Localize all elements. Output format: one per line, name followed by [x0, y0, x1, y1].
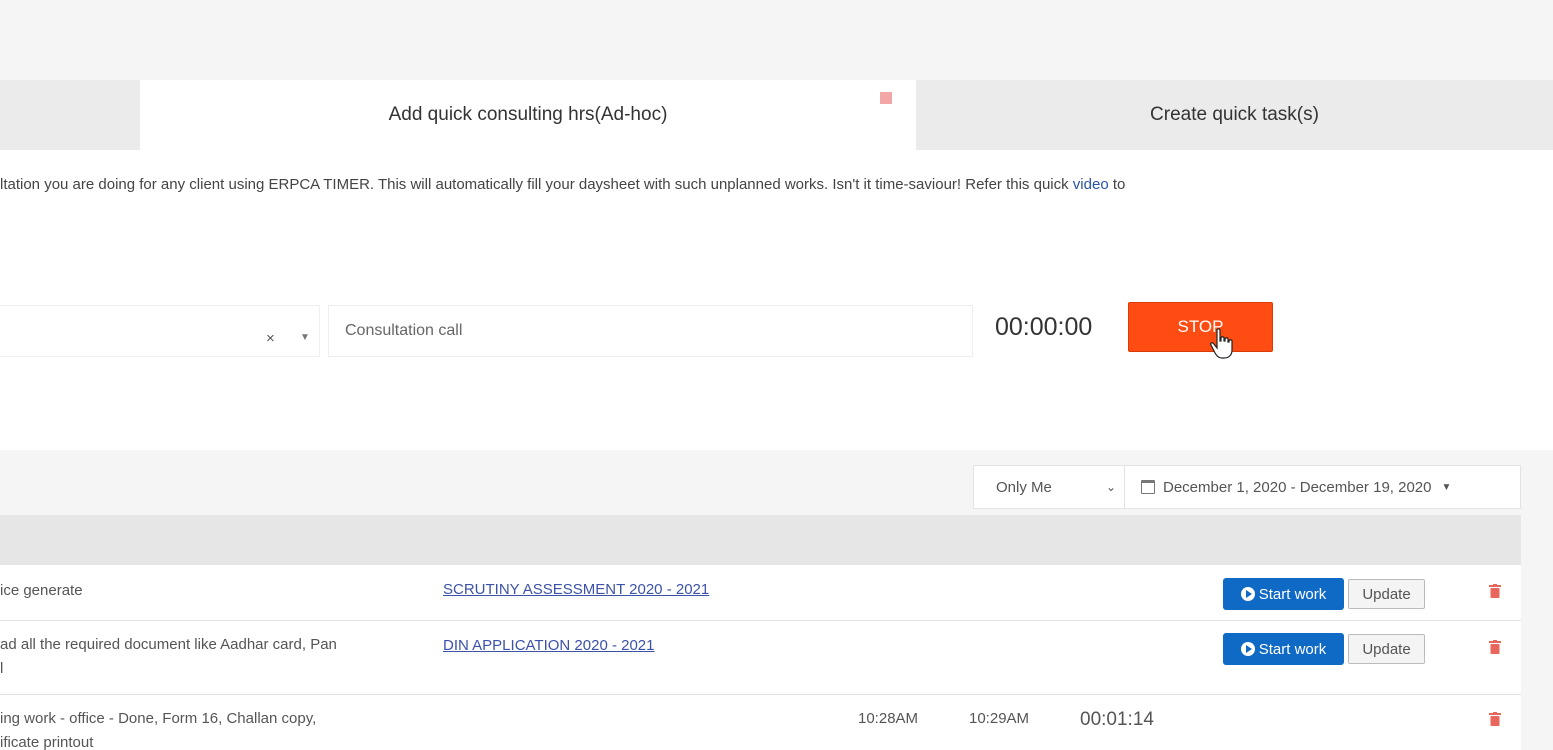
start-work-button[interactable]: Start work — [1223, 633, 1344, 665]
user-filter-select[interactable]: Only Me ⌄ — [973, 465, 1125, 509]
calendar-icon — [1141, 480, 1155, 494]
task-description: ing work - office - Done, Form 16, Chall… — [0, 710, 317, 727]
chevron-down-icon: ⌄ — [1105, 480, 1116, 494]
trash-icon[interactable] — [1489, 712, 1501, 726]
table-header — [0, 515, 1521, 565]
task-description: ad all the required document like Aadhar… — [0, 636, 337, 653]
update-button[interactable]: Update — [1348, 579, 1425, 609]
date-range-picker[interactable]: December 1, 2020 - December 19, 2020 ▼ — [1124, 465, 1521, 509]
timer-panel: ltation you are doing for any client usi… — [0, 150, 1553, 450]
task-description-continued: l — [0, 660, 4, 677]
caret-down-icon: ▼ — [1441, 481, 1452, 493]
table-row: ad all the required document like Aadhar… — [0, 621, 1521, 695]
duration: 00:01:14 — [1080, 709, 1154, 730]
tab-previous[interactable] — [0, 80, 140, 150]
tab-add-consulting-hrs[interactable]: Add quick consulting hrs(Ad-hoc) — [140, 80, 916, 150]
update-button[interactable]: Update — [1348, 634, 1425, 664]
end-time: 10:29AM — [969, 710, 1030, 727]
table-row: ice generate SCRUTINY ASSESSMENT 2020 - … — [0, 565, 1521, 621]
trash-icon[interactable] — [1489, 584, 1501, 598]
task-description-input[interactable] — [328, 305, 973, 357]
table-row: ing work - office - Done, Form 16, Chall… — [0, 695, 1521, 750]
play-icon — [1240, 587, 1255, 601]
start-time: 10:28AM — [858, 710, 919, 727]
task-description: ice generate — [0, 582, 83, 599]
start-work-button[interactable]: Start work — [1223, 578, 1344, 610]
dropdown-caret-icon[interactable]: ▼ — [300, 332, 310, 343]
consulting-timer-page: Add quick consulting hrs(Ad-hoc) Create … — [0, 0, 1553, 750]
trash-icon[interactable] — [1489, 640, 1501, 654]
task-description-continued: ificate printout — [0, 734, 94, 750]
tab-bar: Add quick consulting hrs(Ad-hoc) Create … — [0, 80, 1553, 150]
tab-create-quick-task[interactable]: Create quick task(s) — [916, 80, 1553, 150]
project-link[interactable]: DIN APPLICATION 2020 - 2021 — [443, 637, 655, 654]
close-icon[interactable] — [880, 92, 892, 104]
hand-cursor-icon — [1210, 328, 1233, 359]
elapsed-timer: 00:00:00 — [995, 313, 1093, 341]
project-link[interactable]: SCRUTINY ASSESSMENT 2020 - 2021 — [443, 581, 709, 598]
stop-button[interactable]: STOP — [1128, 302, 1273, 352]
tab-label: Create quick task(s) — [1150, 104, 1319, 125]
tab-label: Add quick consulting hrs(Ad-hoc) — [388, 104, 668, 125]
video-link[interactable]: video — [1073, 176, 1109, 193]
clear-icon[interactable]: × — [266, 330, 275, 347]
info-text: ltation you are doing for any client usi… — [0, 176, 1126, 193]
play-icon — [1240, 642, 1255, 656]
worklog-table: ice generate SCRUTINY ASSESSMENT 2020 - … — [0, 515, 1521, 750]
